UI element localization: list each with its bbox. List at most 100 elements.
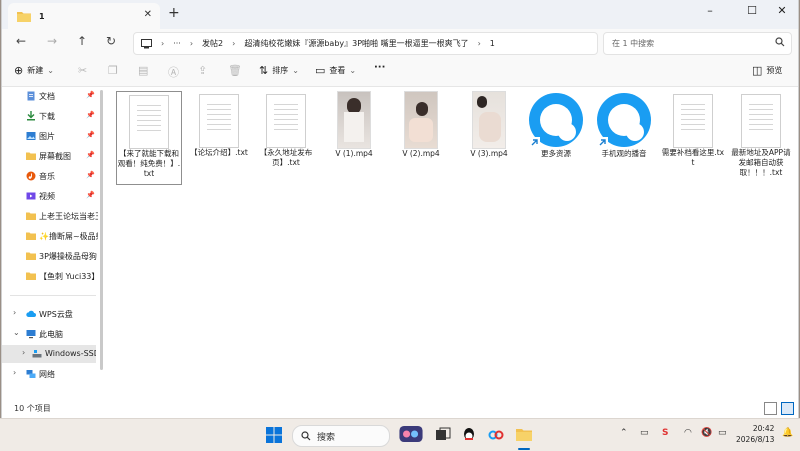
sidebar-item-label: 3P爆操极品母狗 [39, 252, 97, 261]
file-item[interactable]: 需要补档看这里.txt [661, 91, 725, 168]
start-icon[interactable] [266, 427, 282, 443]
cloud-icon [26, 310, 36, 317]
chevron-right-icon: › [232, 39, 236, 48]
sidebar-item-folder[interactable]: 【鱼刺 Yuci33】 [2, 267, 98, 285]
chevron-down-icon: ⌄ [47, 66, 54, 75]
widgets-icon[interactable] [398, 426, 424, 442]
breadcrumb-item[interactable]: 超清纯校花嫩妹『源源baby』3P啪啪 嘴里一根逼里一根爽飞了 [244, 38, 468, 49]
sidebar-item-folder[interactable]: ✨撸断屌~极品射 [2, 227, 98, 245]
text-file-icon [266, 94, 306, 148]
sidebar-item-label: 上老王论坛当老王 [39, 212, 98, 221]
new-button[interactable]: ⊕ 新建 ⌄ [14, 64, 54, 77]
sidebar-item-wps[interactable]: › WPS云盘 [2, 305, 98, 323]
chevron-right-icon[interactable]: › [13, 308, 16, 317]
sidebar-scrollbar[interactable] [100, 90, 103, 370]
chevron-down-icon: ⌄ [349, 66, 357, 75]
battery-icon[interactable]: ▭ [718, 428, 727, 438]
computer-icon [26, 330, 36, 339]
sidebar-item-videos[interactable]: 视频 📌 [2, 187, 98, 205]
forward-icon[interactable]: → [47, 34, 57, 48]
chevron-right-icon[interactable]: › [13, 368, 16, 377]
sidebar-item-folder[interactable]: 3P爆操极品母狗 [2, 247, 98, 265]
notification-bell-icon[interactable]: 🔔 [782, 428, 793, 438]
rename-icon[interactable]: Ⓐ [168, 64, 179, 80]
folder-icon [26, 272, 36, 280]
clock[interactable]: 20:42 2026/8/13 [736, 423, 774, 445]
wps-tray-icon[interactable]: S [662, 428, 668, 438]
sidebar-item-this-pc[interactable]: ⌄ 此电脑 [2, 325, 98, 343]
file-item[interactable]: 最新地址及APP请发邮箱自动获取！！！.txt [729, 91, 793, 178]
more-options-button[interactable]: ··· [374, 62, 385, 73]
file-item[interactable]: V (2).mp4 [389, 91, 453, 159]
large-icons-view-icon[interactable] [781, 402, 794, 415]
close-button[interactable]: ✕ [762, 2, 798, 20]
details-view-icon[interactable] [764, 402, 777, 415]
sort-button[interactable]: ⇅ 排序 ⌄ [259, 64, 299, 77]
file-name: 【论坛介绍】.txt [190, 148, 248, 157]
battery-tray-icon[interactable]: ▭ [640, 428, 649, 438]
delete-icon[interactable]: 🗑 [228, 64, 242, 77]
clock-date: 2026/8/13 [736, 435, 775, 444]
navigation-pane: 文档 📌 下载 📌 图片 📌 屏幕截图 📌 音乐 📌 视频 📌 上老王论坛当老王… [2, 87, 98, 399]
sidebar-item-label: 视频 [39, 192, 55, 201]
tab-close-icon[interactable]: ✕ [144, 9, 152, 20]
paste-icon[interactable]: ▤ [138, 64, 148, 77]
copy-icon[interactable]: ❐ [108, 64, 118, 77]
app-icon[interactable] [488, 427, 504, 443]
folder-icon [26, 232, 36, 240]
taskbar-search[interactable]: 搜索 [292, 425, 390, 447]
sidebar-item-folder[interactable]: 上老王论坛当老王 [2, 207, 98, 225]
sidebar-item-music[interactable]: 音乐 📌 [2, 167, 98, 185]
breadcrumb-item[interactable]: 1 [490, 39, 495, 48]
sort-icon: ⇅ [259, 64, 269, 77]
wifi-icon[interactable]: ◠ [684, 428, 692, 438]
task-view-icon[interactable] [435, 427, 451, 443]
sidebar-item-network[interactable]: › 网络 [2, 365, 98, 383]
chevron-right-icon[interactable]: › [22, 348, 25, 357]
folder-icon [26, 252, 36, 260]
sidebar-item-screenshots[interactable]: 屏幕截图 📌 [2, 147, 98, 165]
view-button[interactable]: ▭ 查看 ⌄ [315, 64, 356, 77]
file-item[interactable]: 更多资源 [524, 91, 588, 159]
refresh-icon[interactable]: ↻ [106, 34, 116, 48]
sidebar-item-pictures[interactable]: 图片 📌 [2, 127, 98, 145]
breadcrumb-more[interactable]: ··· [173, 39, 181, 48]
address-bar[interactable]: › ··· › 发帖2 › 超清纯校花嫩妹『源源baby』3P啪啪 嘴里一根逼里… [133, 32, 598, 55]
back-icon[interactable]: ← [16, 34, 26, 48]
preview-button[interactable]: ◫ 预览 [752, 64, 782, 77]
sidebar-item-downloads[interactable]: 下载 📌 [2, 107, 98, 125]
file-name: V (2).mp4 [402, 149, 440, 158]
chevron-right-icon: › [161, 39, 165, 48]
file-item[interactable]: 【论坛介绍】.txt [187, 91, 251, 158]
file-item[interactable]: 【永久地址发布页】.txt [254, 91, 318, 168]
chevron-up-icon[interactable]: ⌃ [620, 428, 628, 438]
chevron-down-icon[interactable]: ⌄ [13, 328, 20, 337]
file-item[interactable]: 手机观的播音 [592, 91, 656, 159]
pin-icon: 📌 [86, 131, 95, 139]
text-file-icon [673, 94, 713, 148]
sidebar-item-drive[interactable]: › Windows-SSD [2, 345, 96, 363]
share-icon[interactable]: ⇪ [198, 64, 207, 77]
up-icon[interactable]: ↑ [77, 34, 87, 48]
search-input[interactable]: 在 1 中搜索 [603, 32, 792, 55]
cut-icon[interactable]: ✂ [78, 64, 87, 77]
file-item[interactable]: V (1).mp4 [322, 91, 386, 159]
volume-muted-icon[interactable]: 🔇 [701, 428, 712, 438]
qq-icon[interactable] [461, 427, 477, 443]
file-explorer-icon[interactable] [516, 427, 532, 443]
sidebar-item-documents[interactable]: 文档 📌 [2, 87, 98, 105]
file-item[interactable]: V (3).mp4 [457, 91, 521, 159]
video-thumbnail [337, 91, 371, 149]
sort-label: 排序 [272, 66, 289, 75]
breadcrumb-item[interactable]: 发帖2 [202, 38, 223, 49]
file-name: 手机观的播音 [601, 149, 647, 158]
sidebar-item-label: WPS云盘 [39, 310, 73, 319]
new-tab-button[interactable]: + [168, 5, 180, 21]
minimize-button[interactable]: – [690, 2, 730, 20]
file-name: 最新地址及APP请发邮箱自动获取！！！.txt [731, 148, 791, 177]
chevron-right-icon: › [189, 39, 194, 48]
tab-current[interactable]: 1 ✕ [8, 3, 160, 29]
address-bar-row: ← → ↑ ↻ › ··· › 发帖2 › 超清纯校花嫩妹『源源baby』3P啪… [2, 29, 798, 56]
pin-icon: 📌 [86, 191, 95, 199]
file-item[interactable]: 【来了就能下载和观看！纯免费！】.txt [116, 91, 182, 185]
